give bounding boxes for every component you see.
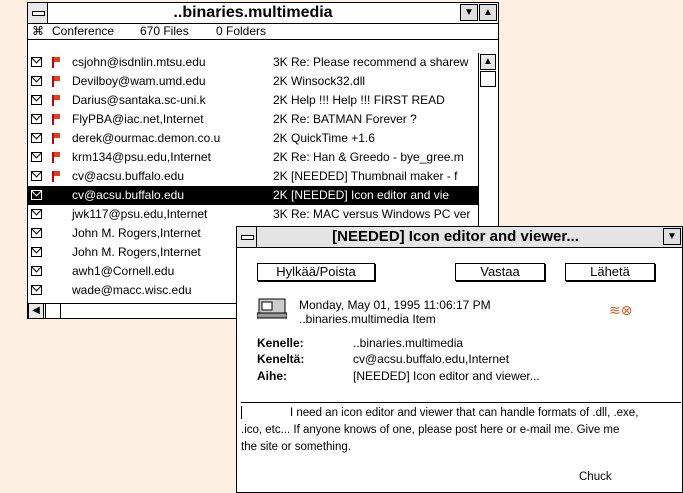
list-item[interactable]: cv@acsu.buffalo.edu 2K [NEEDED] Thumbnail … <box>28 167 480 186</box>
message-body[interactable]: I need an icon editor and viewer that ca… <box>241 402 681 491</box>
row-subject: [NEEDED] Icon editor and vie <box>291 188 450 202</box>
send-button[interactable]: Lähetä <box>565 263 655 281</box>
row-from: csjohn@isdnlin.mtsu.edu <box>72 55 206 69</box>
row-subject: Winsock32.dll <box>291 74 366 88</box>
list-item[interactable]: csjohn@isdnlin.mtsu.edu 3K Re: Please reco… <box>28 53 480 72</box>
row-from: John M. Rogers,Internet <box>72 226 201 240</box>
flag-icon <box>52 152 60 163</box>
row-from: krm134@psu.edu,Internet <box>72 150 211 164</box>
row-subject: Re: Han & Greedo - bye_gree.m <box>291 150 464 164</box>
envelope-icon <box>31 76 42 86</box>
row-size: 2K <box>273 112 288 126</box>
row-from: Darius@santaka.sc-uni.k <box>72 93 206 107</box>
row-size: 2K <box>273 74 288 88</box>
row-size: 2K <box>273 169 288 183</box>
envelope-icon <box>31 57 42 67</box>
flag-icon <box>52 76 60 87</box>
list-item[interactable]: FlyPBA@iac.net,Internet 2K Re: BATMAN Fore… <box>28 110 480 129</box>
conference-info-bar: ⌘ Conference 670 Files 0 Folders <box>28 24 498 40</box>
hscroll-thumb[interactable] <box>45 303 61 319</box>
flag-icon <box>52 171 60 182</box>
envelope-icon <box>31 247 42 257</box>
row-from: jwk117@psu.edu,Internet <box>72 207 208 221</box>
minimize-button[interactable]: ▼ <box>460 4 478 21</box>
folder-count: 0 Folders <box>216 24 267 38</box>
row-from: awh1@Cornell.edu <box>72 264 175 278</box>
row-size: 2K <box>273 150 288 164</box>
envelope-icon <box>31 152 42 162</box>
from-value: cv@acsu.buffalo.edu,Internet <box>353 352 510 366</box>
list-item[interactable]: Darius@santaka.sc-uni.k 2K Help !!! Help !… <box>28 91 480 110</box>
body-line-1: I need an icon editor and viewer that ca… <box>290 407 639 419</box>
row-from: wade@macc.wisc.edu <box>72 283 192 297</box>
list-item[interactable]: jwk117@psu.edu,Internet 3K Re: MAC versus … <box>28 205 480 224</box>
row-from: John M. Rogers,Internet <box>72 245 201 259</box>
row-from: derek@ourmac.demon.co.u <box>72 131 221 145</box>
row-from: Devilboy@wam.umd.edu <box>72 74 206 88</box>
message-window: [NEEDED] Icon editor and viewer... ▼ Hyl… <box>236 226 683 493</box>
to-value: ..binaries.multimedia <box>353 336 464 350</box>
maximize-button[interactable]: ▲ <box>479 4 497 21</box>
conference-icon: ⌘ <box>32 24 44 38</box>
row-size: 2K <box>273 93 288 107</box>
envelope-icon <box>31 190 42 200</box>
envelope-icon <box>31 133 42 143</box>
to-label: Kenelle: <box>257 336 304 350</box>
row-size: 3K <box>273 55 288 69</box>
delete-button[interactable]: Hylkää/Poista <box>257 263 375 281</box>
message-item: ..binaries.multimedia Item <box>299 312 436 326</box>
window-title: ..binaries.multimedia <box>173 4 333 21</box>
row-size: 2K <box>273 188 288 202</box>
subject-label: Aihe: <box>257 369 287 383</box>
row-from: FlyPBA@iac.net,Internet <box>72 112 204 126</box>
row-from: cv@acsu.buffalo.edu <box>72 188 185 202</box>
envelope-icon <box>31 171 42 181</box>
row-size: 2K <box>273 131 288 145</box>
list-item[interactable]: krm134@psu.edu,Internet 2K Re: Han & Greed… <box>28 148 480 167</box>
flag-icon <box>52 57 60 68</box>
body-line-2: .ico, etc... If anyone knows of one, ple… <box>241 424 620 436</box>
envelope-icon <box>31 114 42 124</box>
message-date: Monday, May 01, 1995 11:06:17 PM <box>299 298 491 312</box>
reply-button[interactable]: Vastaa <box>455 263 545 281</box>
message-title: [NEEDED] Icon editor and viewer... <box>332 228 579 245</box>
envelope-icon <box>31 95 42 105</box>
scroll-thumb[interactable] <box>480 71 496 87</box>
row-subject: Re: Please recommend a sharew <box>291 55 469 69</box>
message-minimize-button[interactable]: ▼ <box>663 228 681 245</box>
flag-icon <box>52 114 60 125</box>
row-subject: Re: MAC versus Windows PC ver <box>291 207 471 221</box>
conference-label: Conference <box>52 24 115 38</box>
row-from: cv@acsu.buffalo.edu <box>72 169 185 183</box>
conference-titlebar[interactable]: ..binaries.multimedia ▼ ▲ <box>28 3 498 24</box>
file-count: 670 Files <box>140 24 189 38</box>
row-size: 3K <box>273 207 288 221</box>
subject-value: [NEEDED] Icon editor and viewer... <box>353 369 540 383</box>
scroll-left-arrow[interactable]: ◀ <box>28 303 44 319</box>
flag-icon <box>52 133 60 144</box>
row-subject: QuickTime +1.6 <box>291 131 375 145</box>
from-label: Keneltä: <box>257 352 305 366</box>
row-subject: Re: BATMAN Forever ? <box>291 112 417 126</box>
message-system-menu-box[interactable] <box>237 227 257 247</box>
list-item[interactable]: derek@ourmac.demon.co.u 2K QuickTime +1.6 <box>28 129 480 148</box>
envelope-icon <box>31 209 42 219</box>
wave-icon: ≋⊗ <box>609 302 633 318</box>
scroll-up-arrow[interactable]: ▲ <box>480 54 496 70</box>
signature: Chuck <box>579 471 612 483</box>
row-subject: Help !!! Help !!! FIRST READ <box>291 93 445 107</box>
body-line-3: the site or something. <box>241 441 351 453</box>
flag-icon <box>52 95 60 106</box>
list-item[interactable]: Devilboy@wam.umd.edu 2K Winsock32.dll <box>28 72 480 91</box>
envelope-icon <box>31 266 42 276</box>
row-subject: [NEEDED] Thumbnail maker - f <box>291 169 458 183</box>
computer-icon <box>257 298 287 319</box>
envelope-icon <box>31 285 42 295</box>
list-item[interactable]: cv@acsu.buffalo.edu 2K [NEEDED] Icon edito… <box>28 186 480 205</box>
system-menu-box[interactable] <box>28 3 48 23</box>
envelope-icon <box>31 228 42 238</box>
text-cursor <box>241 406 242 420</box>
message-titlebar[interactable]: [NEEDED] Icon editor and viewer... ▼ <box>237 227 682 248</box>
